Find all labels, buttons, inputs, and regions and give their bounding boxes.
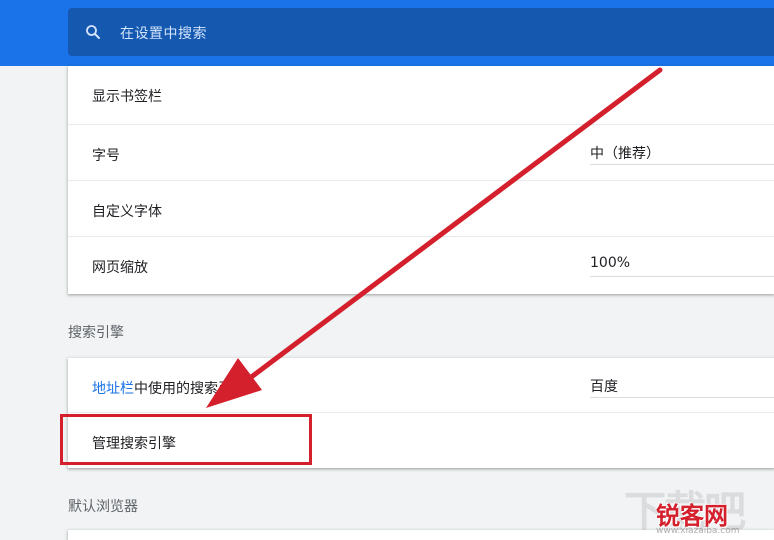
watermark-logo: 下载吧 锐客网 www.xiazaiba.com [620, 478, 774, 540]
annotation-arrow-icon [206, 67, 663, 408]
settings-page: 在设置中搜索 显示书签栏 字号 中（推荐） 自定义字体 网页缩放 100% 搜索… [0, 0, 774, 540]
watermark-url: www.xiazaiba.com [656, 526, 740, 536]
